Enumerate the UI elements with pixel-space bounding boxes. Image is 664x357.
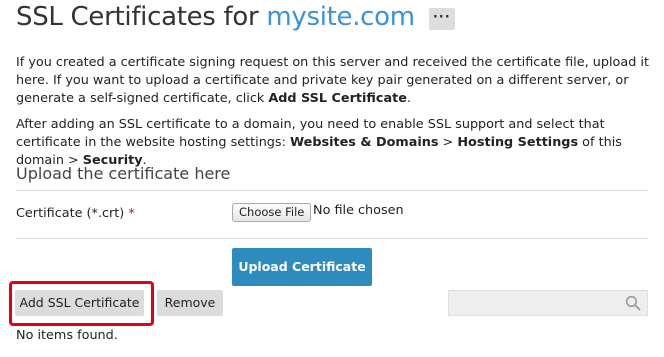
intro-p1-end: . xyxy=(406,91,411,106)
more-icon: ··· xyxy=(432,10,451,25)
search-icon[interactable] xyxy=(625,295,641,311)
no-file-chosen-text: No file chosen xyxy=(313,203,404,218)
intro-p1-bold: Add SSL Certificate xyxy=(268,91,407,106)
section-divider xyxy=(16,190,648,191)
required-mark: * xyxy=(128,206,135,221)
page-title: SSL Certificates for mysite.com ··· xyxy=(16,2,455,32)
intro-p2-bold2: Hosting Settings xyxy=(457,135,579,150)
upload-certificate-button[interactable]: Upload Certificate xyxy=(232,248,372,286)
empty-list-message: No items found. xyxy=(16,328,118,343)
intro-p2-bold1: Websites & Domains xyxy=(289,135,439,150)
remove-button[interactable]: Remove xyxy=(157,290,223,316)
page-title-prefix: SSL Certificates for xyxy=(16,2,259,32)
choose-file-button[interactable]: Choose File xyxy=(232,203,312,222)
intro-paragraph-ssl: After adding an SSL certificate to a dom… xyxy=(16,116,656,170)
more-actions-button[interactable]: ··· xyxy=(428,8,455,30)
page-title-domain: mysite.com xyxy=(266,2,415,32)
upload-section-title: Upload the certificate here xyxy=(16,164,231,183)
intro-p2-sep1: > xyxy=(438,135,458,150)
intro-paragraph-upload: If you created a certificate signing req… xyxy=(16,54,656,108)
certificate-label-text: Certificate (*.crt) xyxy=(16,206,125,221)
certificate-field-label: Certificate (*.crt) * xyxy=(16,206,135,221)
search-field[interactable] xyxy=(448,290,648,316)
add-ssl-certificate-button[interactable]: Add SSL Certificate xyxy=(15,290,144,316)
search-input[interactable] xyxy=(449,291,631,315)
form-divider xyxy=(16,238,648,239)
